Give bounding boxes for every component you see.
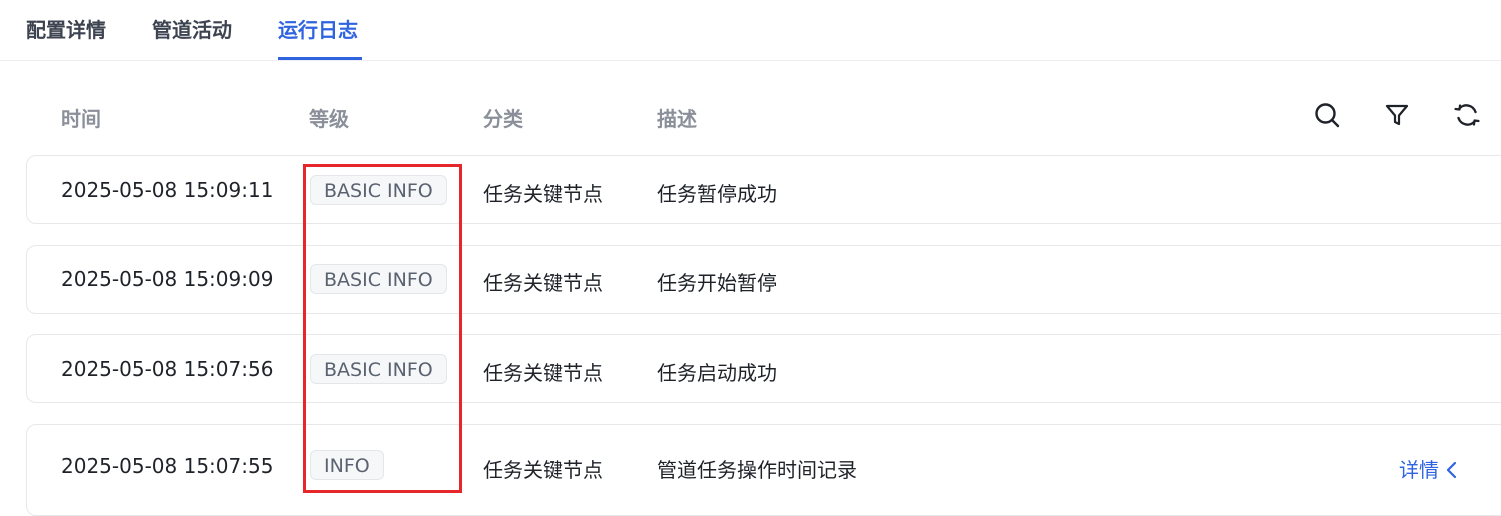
column-header-category: 分类 (483, 107, 523, 131)
table-row[interactable]: 2025-05-08 15:07:55 INFO 任务关键节点 管道任务操作时间… (26, 424, 1501, 516)
tab-run-logs[interactable]: 运行日志 (278, 14, 358, 43)
row-time: 2025-05-08 15:09:11 (61, 178, 274, 202)
row-description: 任务暂停成功 (657, 182, 777, 206)
row-time: 2025-05-08 15:07:56 (61, 357, 274, 381)
row-description: 任务启动成功 (657, 361, 777, 385)
tab-bar: 配置详情 管道活动 运行日志 (0, 0, 1501, 61)
details-link[interactable]: 详情 (1399, 454, 1457, 484)
level-badge: INFO (310, 450, 384, 480)
search-icon[interactable] (1313, 101, 1341, 129)
active-tab-indicator (278, 57, 362, 60)
row-description: 任务开始暂停 (657, 271, 777, 295)
level-badge: BASIC INFO (310, 264, 447, 294)
row-time: 2025-05-08 15:07:55 (61, 454, 274, 478)
details-label: 详情 (1399, 458, 1439, 482)
column-header-description: 描述 (657, 107, 697, 131)
row-description: 管道任务操作时间记录 (657, 458, 857, 482)
refresh-icon[interactable] (1453, 101, 1481, 129)
row-category: 任务关键节点 (483, 182, 603, 206)
row-category: 任务关键节点 (483, 271, 603, 295)
tab-config-details[interactable]: 配置详情 (26, 14, 106, 43)
table-row[interactable]: 2025-05-08 15:07:56 BASIC INFO 任务关键节点 任务… (26, 334, 1501, 403)
table-row[interactable]: 2025-05-08 15:09:09 BASIC INFO 任务关键节点 任务… (26, 245, 1501, 314)
filter-icon[interactable] (1383, 101, 1411, 129)
table-row[interactable]: 2025-05-08 15:09:11 BASIC INFO 任务关键节点 任务… (26, 155, 1501, 224)
chevron-left-icon (1445, 460, 1457, 484)
column-header-time: 时间 (61, 107, 101, 131)
row-category: 任务关键节点 (483, 361, 603, 385)
column-header-level: 等级 (309, 107, 349, 131)
row-category: 任务关键节点 (483, 458, 603, 482)
row-time: 2025-05-08 15:09:09 (61, 267, 274, 291)
level-badge: BASIC INFO (310, 354, 447, 384)
tab-pipeline-activity[interactable]: 管道活动 (152, 14, 232, 43)
level-badge: BASIC INFO (310, 175, 447, 205)
